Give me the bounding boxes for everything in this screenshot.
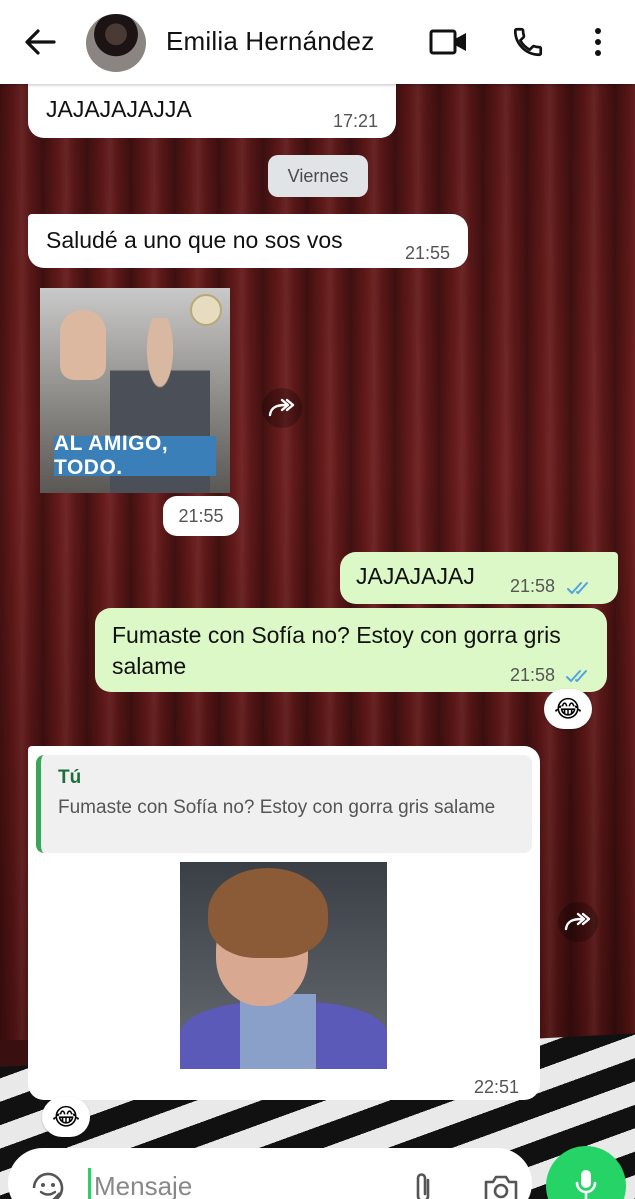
chat-header: Emilia Hernández	[0, 0, 635, 84]
message-composer	[8, 1148, 532, 1199]
forward-icon	[564, 912, 591, 931]
reaction-badge[interactable]: 😂	[42, 1097, 90, 1137]
forward-button[interactable]	[558, 902, 598, 942]
back-button[interactable]	[22, 26, 58, 58]
message-time: 21:55	[178, 505, 224, 526]
text-cursor	[88, 1168, 91, 1199]
message-time: 22:51	[474, 1077, 520, 1097]
microphone-icon	[575, 1170, 597, 1199]
message-text: JAJAJAJAJ	[356, 563, 475, 589]
sticker-time-chip: 21:55	[163, 496, 239, 536]
quoted-text: Fumaste con Sofía no? Estoy con gorra gr…	[58, 797, 496, 818]
sticker-logo	[190, 294, 222, 326]
date-separator: Viernes	[268, 155, 368, 197]
paperclip-icon	[416, 1173, 430, 1199]
quoted-message[interactable]: Tú Fumaste con Sofía no? Estoy con gorra…	[36, 755, 532, 853]
read-receipt-icon	[566, 670, 587, 682]
camera-icon	[484, 1175, 518, 1199]
camera-button[interactable]	[482, 1172, 520, 1199]
reaction-badge[interactable]: 😂	[544, 689, 592, 729]
video-camera-icon	[429, 29, 466, 55]
message-bubble-incoming[interactable]: Saludé a uno que no sos vos 21:55	[28, 214, 468, 268]
message-bubble-outgoing[interactable]: Fumaste con Sofía no? Estoy con gorra gr…	[95, 608, 607, 692]
message-time: 17:21	[333, 111, 379, 131]
message-text: Saludé a uno que no sos vos	[46, 227, 343, 253]
message-bubble-outgoing[interactable]: JAJAJAJAJ 21:58	[340, 552, 618, 604]
forward-icon	[268, 398, 295, 417]
video-call-button[interactable]	[428, 22, 470, 62]
sticker-smiley-icon	[32, 1172, 64, 1199]
more-vertical-icon	[595, 28, 601, 56]
photo-attachment[interactable]	[180, 862, 387, 1069]
sticker-image[interactable]: AL AMIGO, TODO.	[40, 288, 230, 493]
sticker-caption: AL AMIGO, TODO.	[54, 432, 216, 479]
message-time: 21:58	[510, 665, 556, 685]
attach-button[interactable]	[410, 1170, 436, 1199]
quoted-author: Tú	[58, 767, 82, 788]
voice-call-button[interactable]	[510, 22, 546, 62]
message-input[interactable]	[94, 1166, 394, 1199]
photo-hair	[208, 868, 328, 958]
sticker-button[interactable]	[30, 1170, 66, 1199]
read-receipt-icon	[567, 582, 588, 594]
message-bubble-incoming[interactable]: Tú Fumaste con Sofía no? Estoy con gorra…	[28, 746, 540, 1100]
sticker-waving-hand	[60, 310, 106, 380]
message-bubble-incoming[interactable]: JAJAJAJAJJA 17:21	[28, 84, 396, 138]
forward-button[interactable]	[262, 388, 302, 428]
message-text: JAJAJAJAJJA	[46, 96, 192, 122]
contact-avatar[interactable]	[86, 14, 146, 72]
message-time: 21:55	[405, 243, 451, 263]
phone-icon	[513, 27, 543, 57]
message-time: 21:58	[510, 576, 556, 596]
contact-name[interactable]: Emilia Hernández	[166, 26, 374, 57]
arrow-left-icon	[25, 29, 56, 55]
more-options-button[interactable]	[586, 22, 610, 62]
